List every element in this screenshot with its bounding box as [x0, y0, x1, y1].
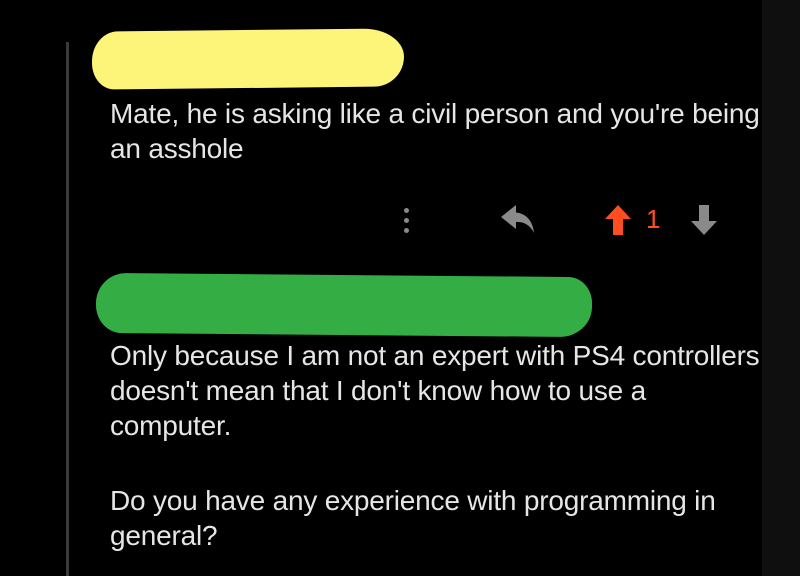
- redacted-username-highlight-2: [95, 272, 593, 338]
- parent-comment-body: Mate, he is asking like a civil person a…: [110, 98, 760, 164]
- redacted-username-highlight: [91, 28, 405, 90]
- upvote-icon[interactable]: [604, 204, 632, 236]
- more-options-icon[interactable]: [402, 208, 412, 234]
- reply-comment-paragraph-2: Do you have any experience with programm…: [110, 485, 716, 551]
- vote-count: 1: [646, 204, 661, 234]
- scrollbar-gutter: [762, 0, 800, 576]
- thread-indent-line: [66, 42, 69, 576]
- reply-comment-paragraph-1: Only because I am not an expert with PS4…: [110, 340, 760, 441]
- downvote-icon[interactable]: [690, 204, 718, 236]
- comment-action-bar: 1: [390, 198, 740, 242]
- reply-icon[interactable]: [498, 202, 538, 236]
